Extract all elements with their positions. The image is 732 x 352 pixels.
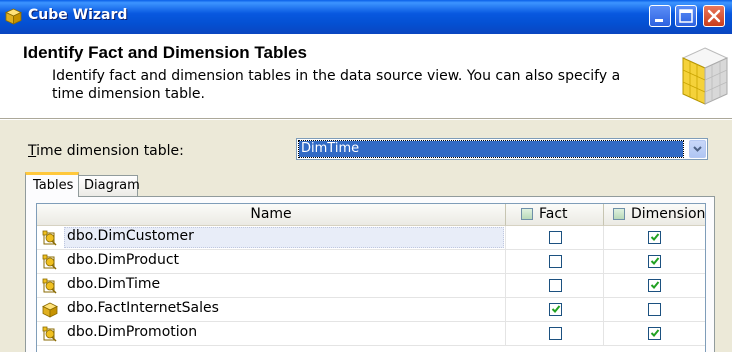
check-icon — [650, 329, 660, 337]
table-row[interactable]: dbo.FactInternetSales — [37, 298, 705, 322]
table-row[interactable]: dbo.DimPromotion — [37, 322, 705, 346]
table-name: dbo.DimTime — [67, 276, 161, 292]
dimension-cell — [604, 274, 705, 298]
tables-grid: Name Fact Dimension dbo.DimCustomer dbo.D… — [36, 203, 706, 352]
time-dimension-label-text: ime dimension table: — [36, 143, 184, 159]
close-button[interactable] — [703, 5, 725, 27]
table-name: dbo.FactInternetSales — [67, 300, 219, 316]
time-dimension-selected: DimTime — [298, 140, 684, 158]
check-icon — [650, 233, 660, 241]
fact-cell — [506, 298, 604, 322]
check-icon — [650, 281, 660, 289]
time-dimension-label: Time dimension table: — [28, 143, 184, 159]
dimension-table-icon — [42, 278, 57, 294]
column-header-name[interactable]: Name — [37, 204, 506, 226]
dimension-checkbox[interactable] — [648, 303, 661, 316]
minimize-icon — [655, 19, 663, 22]
name-cell[interactable]: dbo.DimPromotion — [37, 322, 506, 346]
name-cell[interactable]: dbo.DimTime — [37, 274, 506, 298]
time-dimension-dropdown[interactable]: DimTime — [296, 138, 708, 160]
cube-app-icon — [5, 8, 22, 25]
page-description: Identify fact and dimension tables in th… — [52, 68, 621, 102]
maximize-icon — [679, 9, 693, 23]
fact-cell — [506, 226, 604, 250]
fact-checkbox[interactable] — [549, 279, 562, 292]
dimension-cell — [604, 298, 705, 322]
dimension-cell — [604, 226, 705, 250]
page-title: Identify Fact and Dimension Tables — [23, 43, 308, 62]
table-name: dbo.DimProduct — [67, 252, 180, 268]
name-cell[interactable]: dbo.FactInternetSales — [37, 298, 506, 322]
tab-diagram[interactable]: Diagram — [78, 175, 140, 196]
check-icon — [551, 305, 561, 313]
fact-select-all-checkbox[interactable] — [521, 208, 533, 220]
fact-checkbox[interactable] — [549, 303, 562, 316]
fact-checkbox[interactable] — [549, 327, 562, 340]
check-icon — [650, 257, 660, 265]
dimension-checkbox[interactable] — [648, 327, 661, 340]
maximize-button[interactable] — [675, 5, 697, 27]
dimension-cell — [604, 322, 705, 346]
table-name: dbo.DimPromotion — [67, 324, 198, 340]
name-cell[interactable]: dbo.DimProduct — [37, 250, 506, 274]
column-header-fact[interactable]: Fact — [506, 204, 604, 226]
dimension-checkbox[interactable] — [648, 255, 661, 268]
column-header-dimension[interactable]: Dimension — [604, 204, 705, 226]
table-row[interactable]: dbo.DimTime — [37, 274, 705, 298]
dimension-table-icon — [42, 326, 57, 342]
wizard-header: Identify Fact and Dimension Tables Ident… — [0, 34, 732, 118]
time-dimension-label-accesskey: T — [28, 143, 37, 159]
window-title: Cube Wizard — [28, 7, 128, 23]
column-header-fact-label: Fact — [539, 206, 568, 222]
dimension-checkbox[interactable] — [648, 231, 661, 244]
dimension-cell — [604, 250, 705, 274]
fact-cell — [506, 322, 604, 346]
header-separator — [0, 118, 732, 120]
table-name: dbo.DimCustomer — [67, 228, 194, 244]
fact-cell — [506, 250, 604, 274]
chevron-down-icon — [693, 146, 702, 152]
fact-cell — [506, 274, 604, 298]
dimension-table-icon — [42, 254, 57, 270]
close-icon — [707, 9, 721, 23]
column-header-dimension-label: Dimension — [631, 206, 706, 222]
minimize-button[interactable] — [649, 5, 671, 27]
table-row[interactable]: dbo.DimProduct — [37, 250, 705, 274]
title-bar[interactable]: Cube Wizard — [0, 0, 732, 34]
dimension-checkbox[interactable] — [648, 279, 661, 292]
table-row[interactable]: dbo.DimCustomer — [37, 226, 705, 250]
name-cell[interactable]: dbo.DimCustomer — [37, 226, 506, 250]
dimension-select-all-checkbox[interactable] — [613, 208, 625, 220]
fact-checkbox[interactable] — [549, 231, 562, 244]
dropdown-button[interactable] — [689, 140, 706, 158]
cube-banner-icon — [681, 47, 729, 105]
dimension-table-icon — [42, 230, 57, 246]
cube-wizard-window: Cube Wizard Identify Fact and Dimension … — [0, 0, 732, 352]
fact-table-icon — [42, 302, 58, 318]
tab-tables[interactable]: Tables — [25, 172, 79, 197]
fact-checkbox[interactable] — [549, 255, 562, 268]
